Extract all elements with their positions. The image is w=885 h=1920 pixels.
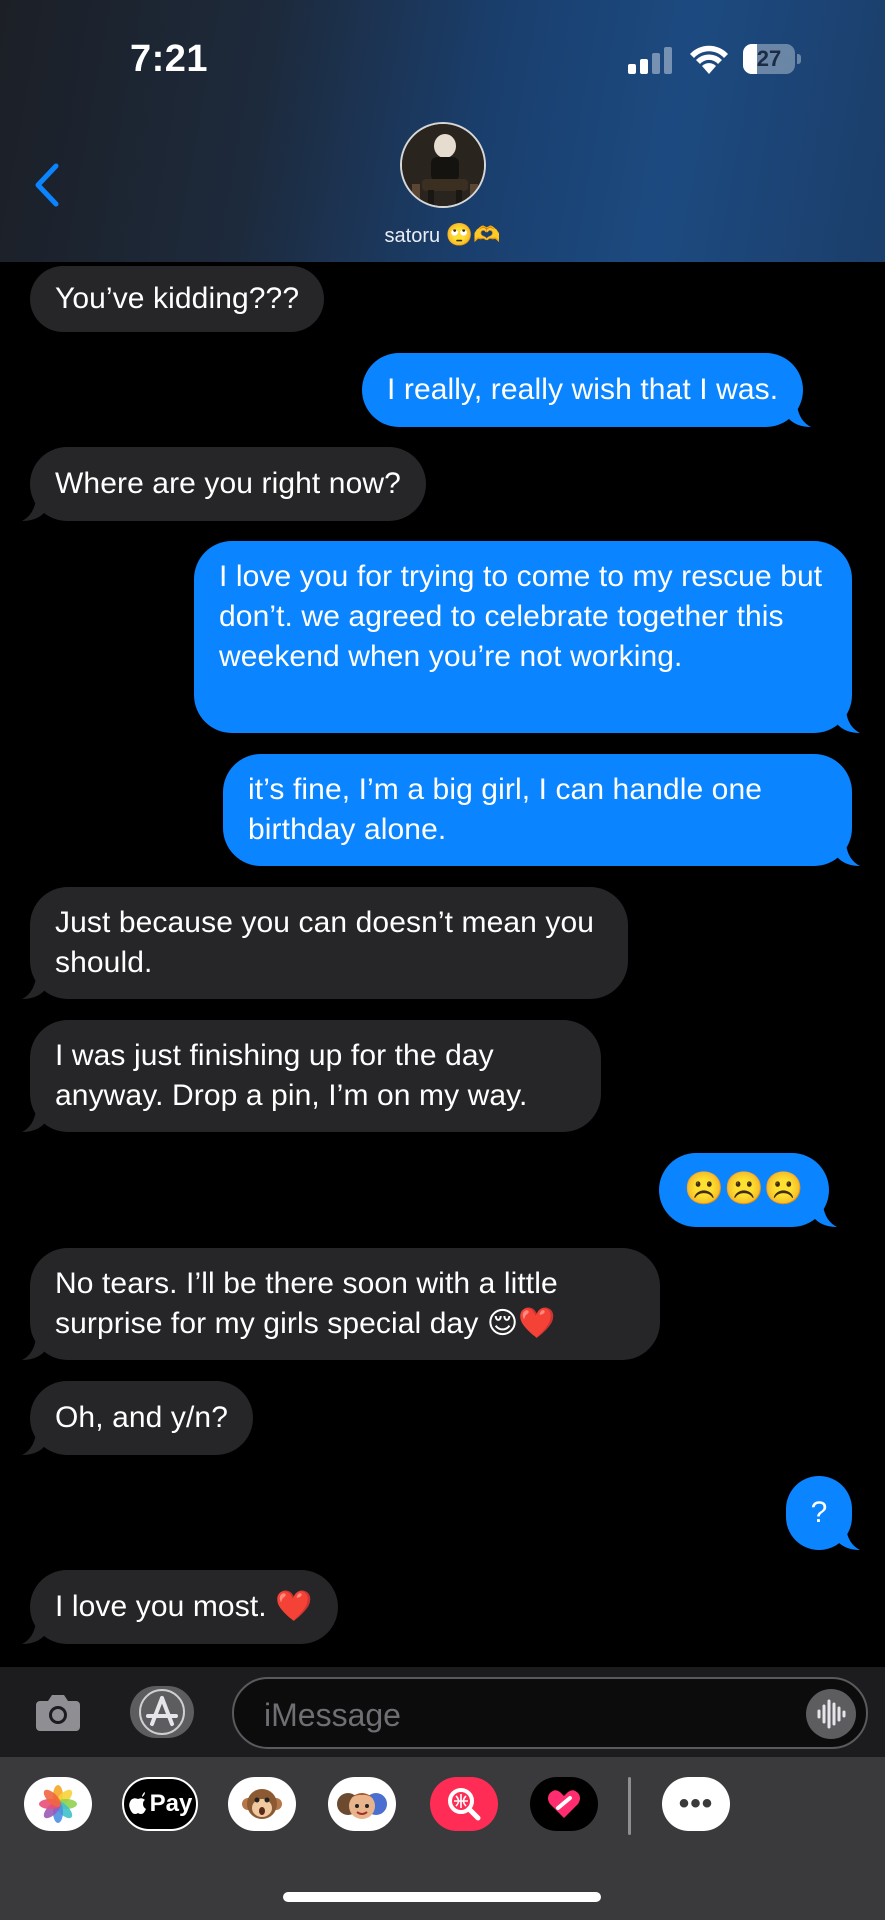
app-store-icon xyxy=(139,1689,185,1735)
photos-app-button[interactable] xyxy=(24,1777,92,1831)
conversation-header: 7:21 27 satoru 🙄🫶 xyxy=(0,0,885,262)
messages-screen: 7:21 27 satoru 🙄🫶 You’ve kidding??? I re… xyxy=(0,0,885,1920)
message-bubble-incoming[interactable]: Where are you right now? xyxy=(22,447,426,521)
compose-bar: iMessage xyxy=(0,1667,885,1757)
camera-icon[interactable] xyxy=(34,1689,82,1733)
digital-touch-icon xyxy=(548,1790,580,1818)
message-text: I was just finishing up for the day anyw… xyxy=(55,1039,528,1112)
drawer-divider xyxy=(628,1777,631,1835)
wifi-icon xyxy=(690,45,728,74)
more-icon: ••• xyxy=(678,1787,714,1820)
back-chevron-icon[interactable] xyxy=(30,160,66,210)
message-text: No tears. I’ll be there soon with a litt… xyxy=(55,1267,558,1340)
apple-logo-icon xyxy=(128,1792,146,1814)
waveform-icon xyxy=(817,1699,846,1729)
imessage-placeholder: iMessage xyxy=(264,1697,401,1733)
home-indicator[interactable] xyxy=(283,1892,601,1902)
message-text: Just because you can doesn’t mean you sh… xyxy=(55,906,595,979)
message-text: it’s fine, I’m a big girl, I can handle … xyxy=(248,773,763,846)
status-time: 7:21 xyxy=(130,38,209,80)
memoji-app-button[interactable] xyxy=(228,1777,296,1831)
message-bubble-incoming[interactable]: Just because you can doesn’t mean you sh… xyxy=(22,887,628,999)
message-bubble-incoming[interactable]: You’ve kidding??? xyxy=(30,266,325,332)
image-search-button[interactable] xyxy=(430,1777,498,1831)
message-bubble-incoming[interactable]: I love you most. ❤️ xyxy=(22,1570,338,1644)
battery-indicator: 27 xyxy=(743,44,801,74)
message-bubble-outgoing[interactable]: I love you for trying to come to my resc… xyxy=(194,541,860,733)
message-bubble-incoming[interactable]: I was just finishing up for the day anyw… xyxy=(22,1020,601,1132)
message-text: I love you for trying to come to my resc… xyxy=(219,560,823,673)
message-text: I really, really wish that I was. xyxy=(387,373,779,406)
contact-name-emojis: 🙄🫶 xyxy=(445,222,501,247)
voice-message-button[interactable] xyxy=(806,1689,856,1739)
message-text: Where are you right now? xyxy=(55,467,401,500)
memoji-monkey-icon xyxy=(242,1789,282,1819)
message-text: You’ve kidding??? xyxy=(55,282,300,315)
message-text: I love you most. ❤️ xyxy=(55,1590,313,1623)
message-bubble-outgoing[interactable]: ? xyxy=(786,1476,860,1550)
memoji-stickers-icon xyxy=(337,1793,387,1819)
message-bubble-incoming[interactable]: No tears. I’ll be there soon with a litt… xyxy=(22,1248,660,1360)
message-text: ☹️☹️☹️ xyxy=(684,1170,804,1206)
image-search-icon xyxy=(448,1788,481,1821)
app-store-button[interactable] xyxy=(130,1686,194,1738)
message-text: ? xyxy=(810,1496,828,1529)
contact-avatar[interactable] xyxy=(400,122,486,208)
contact-name-text: satoru xyxy=(384,225,441,247)
contact-name[interactable]: satoru 🙄🫶 xyxy=(0,222,885,248)
more-apps-button[interactable]: ••• xyxy=(662,1777,730,1831)
apple-pay-button[interactable]: Pay xyxy=(122,1777,198,1831)
message-bubble-outgoing[interactable]: it’s fine, I’m a big girl, I can handle … xyxy=(223,754,860,866)
message-bubble-outgoing[interactable]: I really, really wish that I was. xyxy=(362,353,812,427)
imessage-input[interactable]: iMessage xyxy=(232,1677,868,1749)
apple-pay-label: Pay xyxy=(149,1790,193,1817)
battery-percent: 27 xyxy=(756,46,782,71)
digital-touch-button[interactable] xyxy=(530,1777,598,1831)
message-bubble-incoming[interactable]: Oh, and y/n? xyxy=(22,1381,253,1455)
photos-icon xyxy=(39,1785,77,1823)
message-bubble-outgoing[interactable]: ☹️☹️☹️ xyxy=(659,1153,837,1227)
cellular-signal-icon xyxy=(628,46,672,74)
message-text: Oh, and y/n? xyxy=(55,1401,228,1434)
memoji-stickers-button[interactable] xyxy=(328,1777,396,1831)
